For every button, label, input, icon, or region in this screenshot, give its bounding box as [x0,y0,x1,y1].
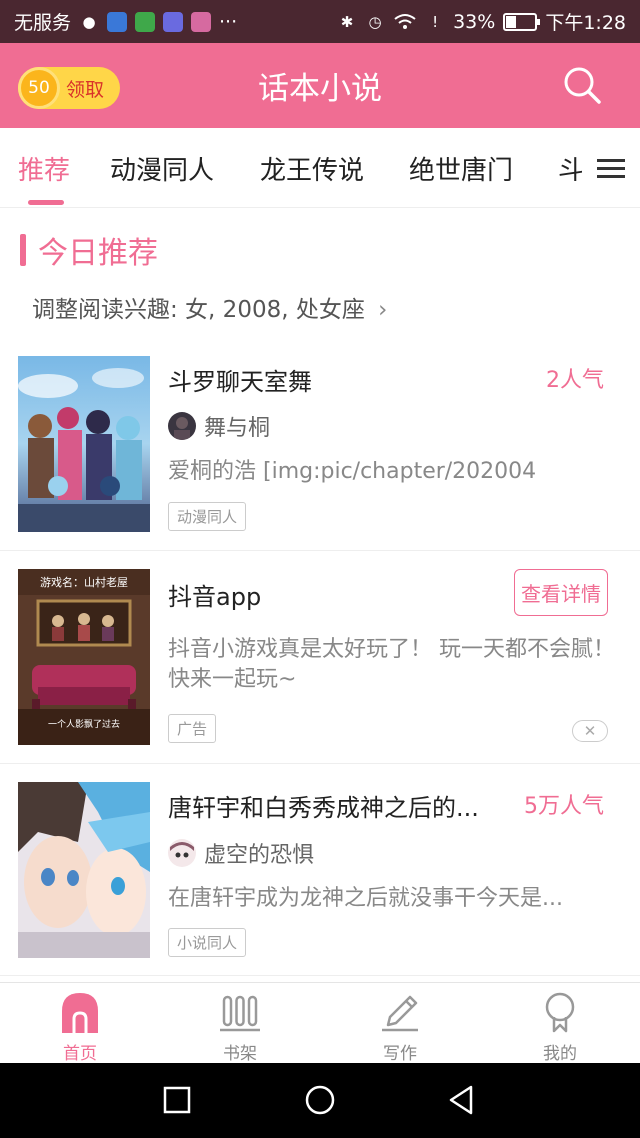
story-tag[interactable]: 小说同人 [168,928,247,957]
wifi-icon [394,13,416,29]
tab-menu-icon[interactable] [582,128,640,207]
section-heading: 今日推荐 [20,228,158,272]
bookshelf-icon [220,995,260,1032]
ad-cover-subtitle: 一个人影飘了过去 [47,720,120,730]
battery-percent: 33% [453,10,496,33]
nav-write-label: 写作 [383,1044,417,1064]
recent-apps-icon[interactable] [160,1083,194,1117]
nav-profile-label: 我的 [543,1044,577,1064]
story-author[interactable]: 虚空的恐惧 [168,837,314,869]
ad-label: 广告 [168,714,217,743]
story-tag[interactable]: 动漫同人 [168,502,247,531]
coin-claim-button[interactable]: 50 领取 [18,67,120,109]
home-button-icon[interactable] [303,1083,337,1117]
nav-profile[interactable]: 我的 [480,983,640,1064]
alarm-icon: ◷ [368,12,382,31]
profile-icon [545,992,575,1033]
avatar [168,412,196,440]
nav-bookshelf-label: 书架 [223,1044,257,1064]
coin-count: 50 [28,78,50,98]
story-card[interactable]: 斗罗聊天室舞 2人气 舞与桐 爱桐的浩 [img:pic/chapter/202… [0,340,640,551]
avatar [168,839,196,867]
author-name: 舞与桐 [204,416,271,441]
nav-home[interactable]: 首页 [0,983,160,1064]
bluetooth-icon: ✱ [340,12,354,31]
story-author[interactable]: 舞与桐 [168,410,270,442]
ad-title: 抖音app [168,583,262,611]
category-tabs: 推荐 动漫同人 龙王传说 绝世唐门 斗罗 [0,128,640,208]
adjust-interest-link[interactable]: 调整阅读兴趣: 女, 2008, 处女座 › [32,290,387,324]
coin-icon: 50 [18,67,60,109]
nav-home-label: 首页 [63,1044,97,1064]
claim-label: 领取 [66,78,105,101]
story-title: 唐轩宇和白秀秀成神之后的... [168,794,479,822]
story-card[interactable]: 唐轩宇和白秀秀成神之后的... 5万人气 虚空的恐惧 在唐轩宇成为龙神之后就没事… [0,764,640,976]
clock: 下午1:28 [545,12,626,34]
author-name: 虚空的恐惧 [204,843,315,868]
section-title: 今日推荐 [38,236,158,271]
search-icon[interactable] [562,65,602,105]
nav-bookshelf[interactable]: 书架 [160,983,320,1064]
popularity-count: 2人气 [546,368,604,393]
nav-write[interactable]: 写作 [320,983,480,1064]
view-details-button[interactable]: 查看详情 [514,569,608,616]
carrier-label: 无服务 [14,12,72,34]
ad-cover: 游戏名：山村老屋 一个人影飘了过去 [18,569,150,745]
story-cover [18,356,150,532]
back-icon[interactable] [445,1083,479,1117]
close-icon[interactable]: ✕ [572,720,608,742]
system-navigation-bar [0,1063,640,1138]
popularity-count: 5万人气 [524,794,604,819]
section-accent-bar [20,234,26,266]
page-title: 话本小说 [258,71,382,107]
ad-card[interactable]: 游戏名：山村老屋 一个人影飘了过去 抖音app 查看详情 抖音小游戏真是太好玩了… [0,551,640,764]
story-description: 爱桐的浩 [img:pic/chapter/202004 [168,459,537,484]
notification-person-icon: ● [82,12,96,31]
more-notifications-icon: ··· [219,10,238,33]
battery-icon [503,12,541,31]
story-title: 斗罗聊天室舞 [168,368,312,396]
story-cover [18,782,150,958]
ad-description: 抖音小游戏真是太好玩了！ 玩一天都不会腻！ 快来一起玩~ [168,637,615,692]
chevron-right-icon: › [378,297,388,323]
bottom-navigation: 首页 书架 写作 我的 [0,982,640,1064]
story-description: 在唐轩宇成为龙神之后就没事干今天是... [168,886,563,911]
notification-app-icon [107,11,128,32]
notification-music-icon [163,11,184,32]
tab-recommend[interactable]: 推荐 [18,150,70,187]
home-icon [62,993,98,1033]
tab-tang-sect[interactable]: 绝世唐门 [409,150,513,187]
alert-icon: ! [432,12,439,31]
pencil-icon [382,995,418,1032]
tab-dragon-king[interactable]: 龙王传说 [260,150,364,187]
tab-anime-fanfic[interactable]: 动漫同人 [110,150,214,187]
interest-text: 调整阅读兴趣: 女, 2008, 处女座 [32,297,365,323]
notification-app-icon [191,11,212,32]
active-tab-indicator [28,200,64,205]
app-header: 50 领取 话本小说 [0,43,640,128]
status-bar: 无服务 ● ··· ✱ ◷ ! 33% 下午1:28 [0,0,640,43]
notification-app-icon [135,11,156,32]
ad-cover-caption: 游戏名：山村老屋 [40,576,128,589]
